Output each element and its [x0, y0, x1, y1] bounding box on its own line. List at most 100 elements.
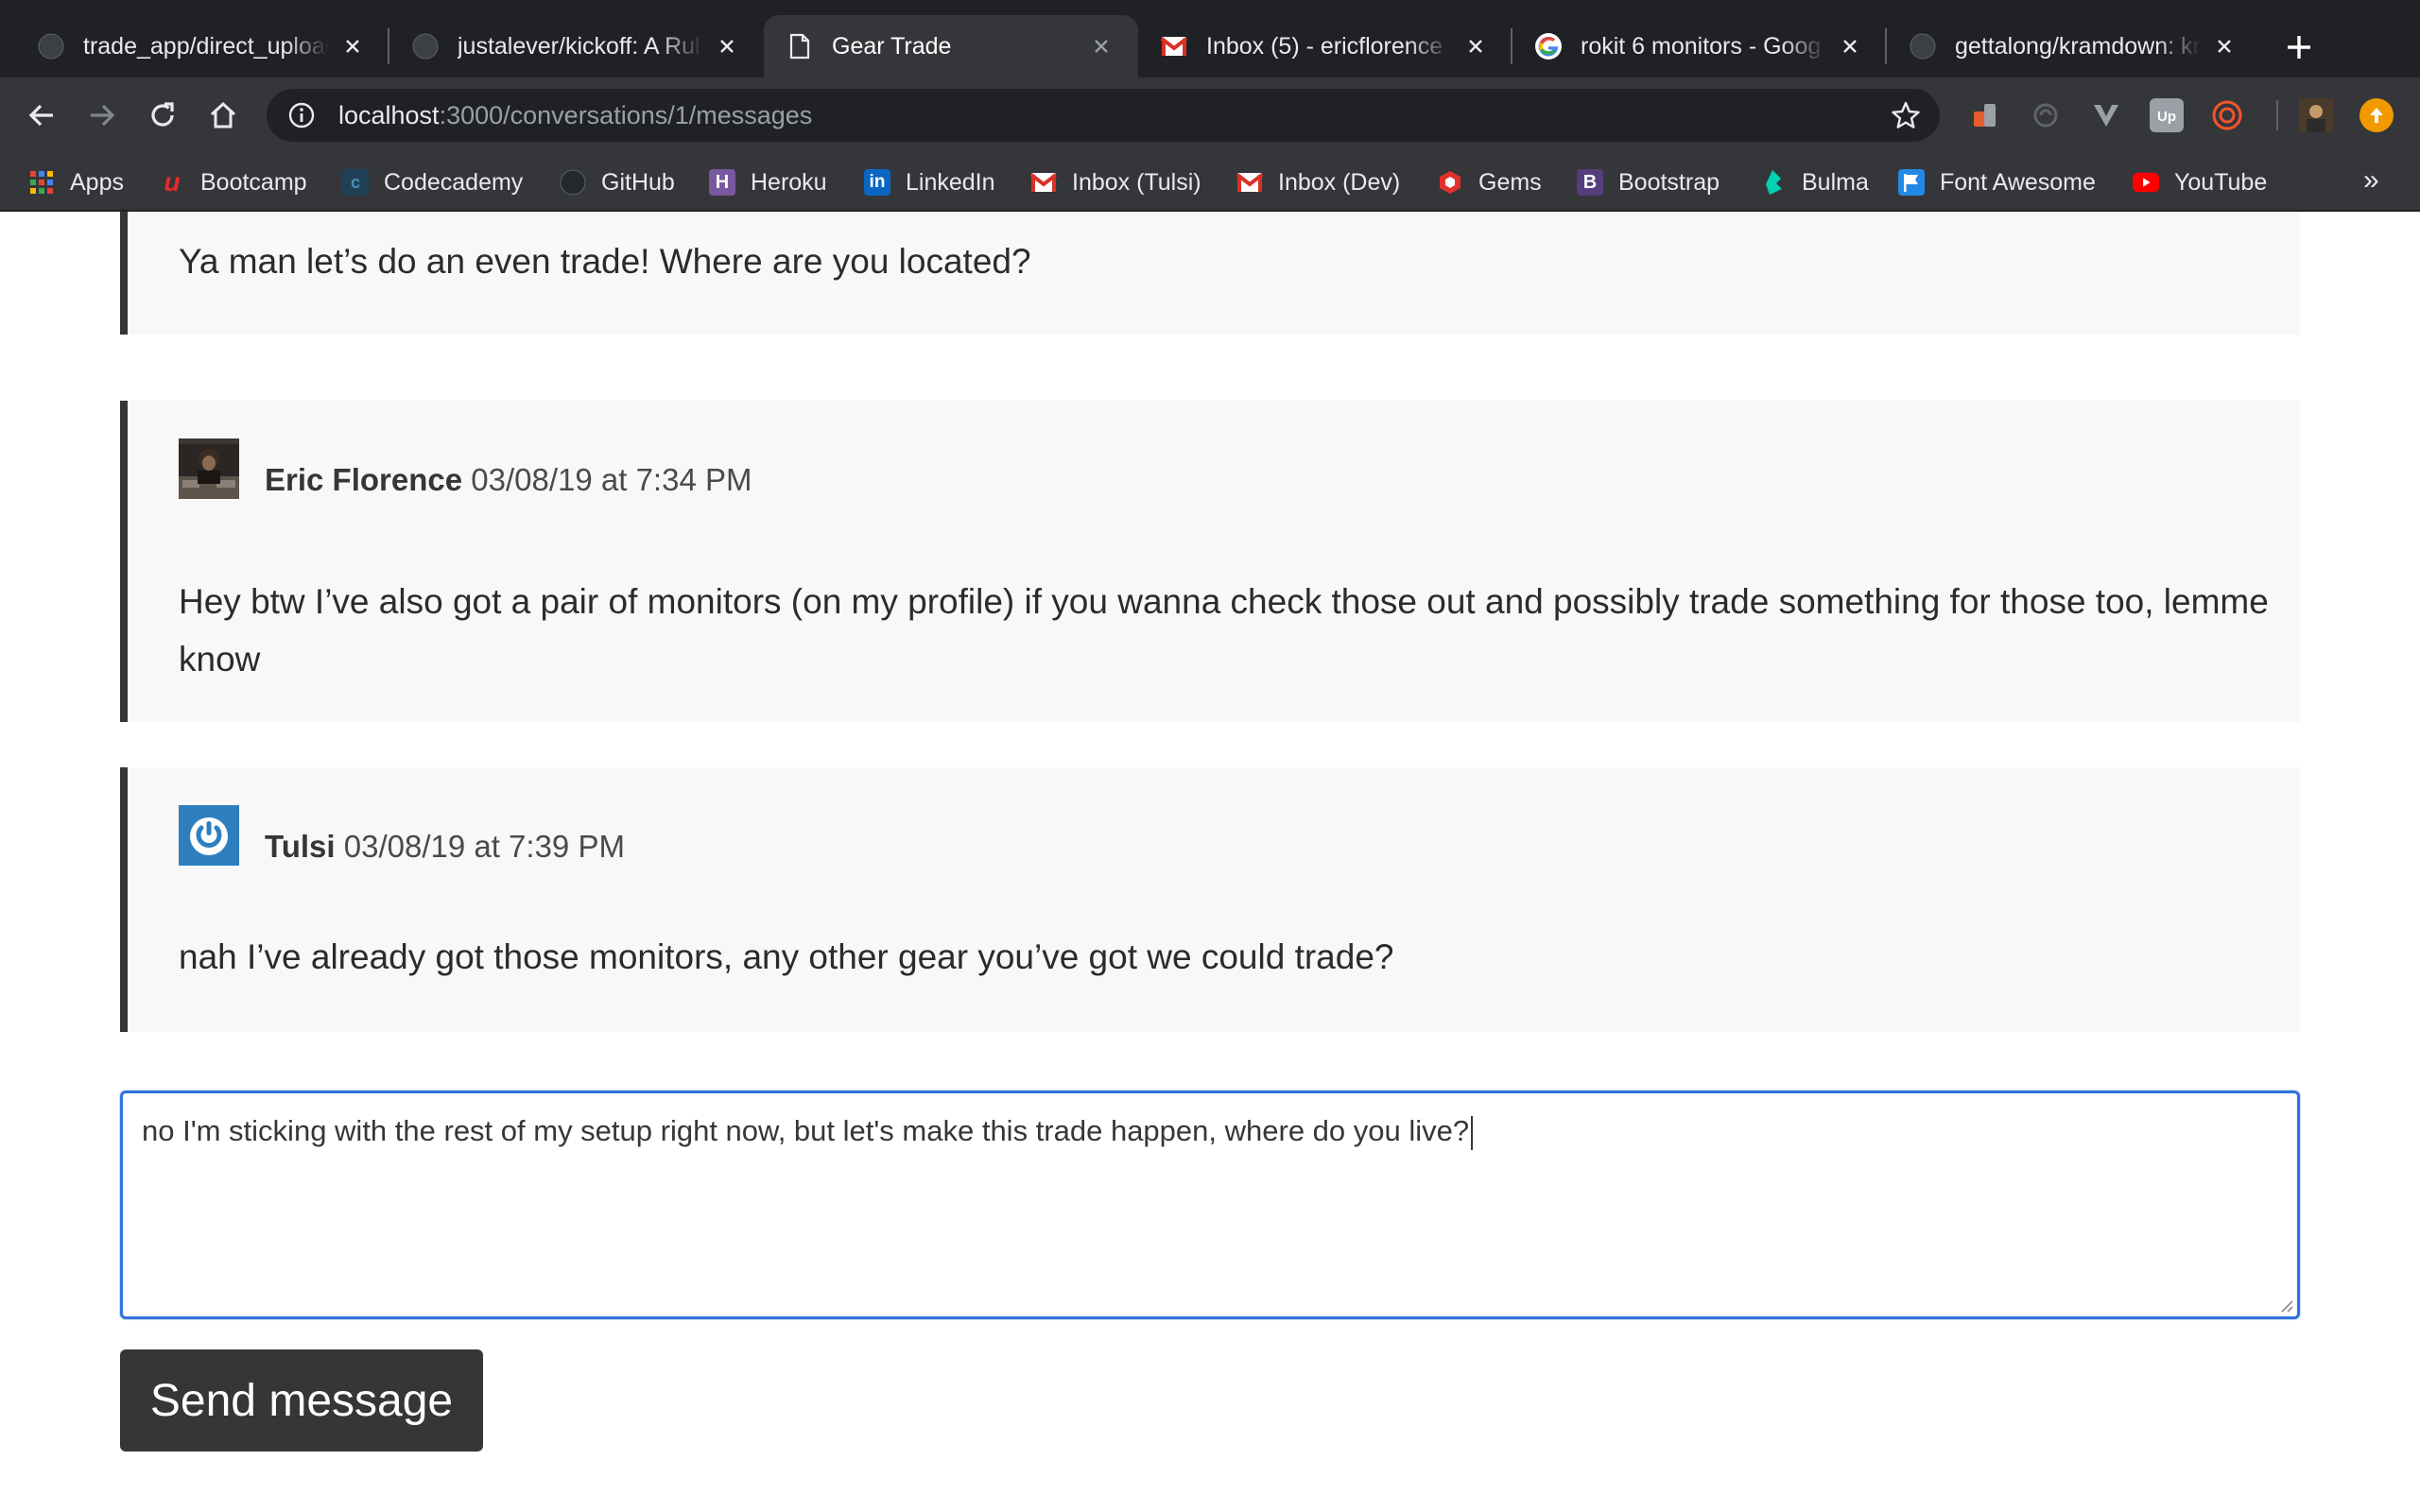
info-icon[interactable]	[287, 101, 316, 129]
bookmark-youtube[interactable]: YouTube	[2133, 164, 2267, 200]
back-arrow-icon[interactable]	[21, 94, 62, 136]
message-body: nah I’ve already got those monitors, any…	[179, 937, 1394, 976]
close-tab-icon[interactable]	[2210, 32, 2238, 60]
bookmark-label: Inbox (Dev)	[1278, 168, 1401, 196]
flag-icon	[1898, 169, 1925, 196]
tab-title: gettalong/kramdown: kr	[1955, 32, 2201, 60]
bookmark-inbox-tulsi[interactable]: Inbox (Tulsi)	[1030, 164, 1201, 200]
browser-tab[interactable]: trade_app/direct_uploac	[15, 15, 389, 77]
close-tab-icon[interactable]	[713, 32, 741, 60]
bookmark-font-awesome[interactable]: Font Awesome	[1898, 164, 2096, 200]
resize-handle-icon[interactable]	[2276, 1296, 2293, 1313]
bookmark-gems[interactable]: Gems	[1437, 164, 1542, 200]
page-content: Ya man let’s do an even trade! Where are…	[0, 212, 2420, 1512]
tab-title: Gear Trade	[832, 32, 952, 60]
address-bar[interactable]: localhost:3000/conversations/1/messages	[267, 89, 1940, 142]
gmail-icon	[1161, 33, 1187, 60]
github-icon	[560, 169, 586, 196]
extension-sync-icon[interactable]	[2029, 98, 2063, 132]
bootstrap-icon: B	[1577, 169, 1603, 196]
bookmark-label: YouTube	[2174, 168, 2268, 196]
profile-avatar[interactable]	[2299, 98, 2333, 132]
bookmark-label: Apps	[70, 168, 124, 196]
github-icon	[412, 33, 439, 60]
apps-grid-icon	[28, 169, 55, 196]
browser-tab[interactable]: justalever/kickoff: A Rul	[389, 15, 764, 77]
close-tab-icon[interactable]	[1087, 32, 1115, 60]
browser-tab[interactable]: Inbox (5) - ericflorence	[1138, 15, 1512, 77]
bookmark-github[interactable]: GitHub	[560, 164, 675, 200]
bookmarks-overflow-chevron-icon[interactable]: »	[2363, 164, 2379, 197]
ruby-gem-icon	[1437, 169, 1463, 196]
github-icon	[38, 33, 64, 60]
message-author: Tulsi	[265, 829, 336, 864]
bookmark-label: Bulma	[1802, 168, 1869, 196]
bulma-icon	[1760, 169, 1787, 196]
close-tab-icon[interactable]	[1461, 32, 1490, 60]
github-icon	[1910, 33, 1936, 60]
tab-title: rokit 6 monitors - Goog	[1581, 32, 1822, 60]
gmail-icon	[1236, 169, 1263, 196]
bookmark-heroku[interactable]: H Heroku	[709, 164, 827, 200]
close-tab-icon[interactable]	[338, 32, 367, 60]
reply-textarea[interactable]: no I'm sticking with the rest of my setu…	[120, 1091, 2300, 1319]
bookmark-star-icon[interactable]	[1891, 100, 1921, 130]
update-available-icon[interactable]	[2360, 98, 2394, 132]
tab-title: Inbox (5) - ericflorence	[1206, 32, 1443, 60]
bookmark-label: Gems	[1478, 168, 1542, 196]
message-meta: Tulsi 03/08/19 at 7:39 PM	[265, 829, 625, 865]
bookmark-label: LinkedIn	[906, 168, 995, 196]
message-timestamp: 03/08/19 at 7:39 PM	[343, 829, 625, 864]
page-icon	[786, 33, 813, 60]
google-icon	[1535, 33, 1562, 60]
svg-text:Up: Up	[2157, 109, 2176, 125]
extension-orange-icon[interactable]	[2210, 98, 2244, 132]
bookmark-label: Codecademy	[384, 168, 524, 196]
message-meta: Eric Florence 03/08/19 at 7:34 PM	[265, 462, 752, 498]
bookmark-bulma[interactable]: Bulma	[1760, 164, 1869, 200]
bookmark-bootcamp[interactable]: u Bootcamp	[159, 164, 307, 200]
bookmark-label: Bootstrap	[1618, 168, 1720, 196]
extension-red-icon[interactable]	[1968, 98, 2002, 132]
youtube-icon	[2133, 169, 2159, 196]
message-card: Ya man let’s do an even trade! Where are…	[120, 212, 2300, 335]
bookmark-codecademy[interactable]: c Codecademy	[342, 164, 523, 200]
send-message-button[interactable]: Send message	[120, 1349, 483, 1452]
message-card: Eric Florence 03/08/19 at 7:34 PM Hey bt…	[120, 401, 2300, 722]
tab-title: trade_app/direct_uploac	[83, 32, 329, 60]
bookmark-label: Inbox (Tulsi)	[1072, 168, 1201, 196]
message-card: Tulsi 03/08/19 at 7:39 PM nah I’ve alrea…	[120, 767, 2300, 1032]
bookmark-label: GitHub	[601, 168, 675, 196]
new-tab-plus-icon[interactable]	[2276, 25, 2322, 70]
gmail-icon	[1030, 169, 1057, 196]
bookmark-apps[interactable]: Apps	[28, 164, 124, 200]
bookmarks-bar: Apps u Bootcamp c Codecademy GitHub H He…	[0, 153, 2420, 212]
bookmark-label: Bootcamp	[200, 168, 307, 196]
message-body: Ya man let’s do an even trade! Where are…	[179, 242, 1031, 281]
url-text: localhost:3000/conversations/1/messages	[338, 100, 813, 129]
reload-icon[interactable]	[142, 94, 183, 136]
bookmark-inbox-dev[interactable]: Inbox (Dev)	[1236, 164, 1400, 200]
extension-up-icon[interactable]: Up	[2150, 98, 2184, 132]
bookmark-linkedin[interactable]: in LinkedIn	[864, 164, 995, 200]
tab-title: justalever/kickoff: A Rul	[458, 32, 700, 60]
extension-v-icon[interactable]	[2089, 98, 2123, 132]
heroku-icon: H	[709, 169, 735, 196]
text-caret	[1471, 1115, 1474, 1150]
bookmark-label: Heroku	[751, 168, 827, 196]
close-tab-icon[interactable]	[1836, 32, 1864, 60]
bookmark-bootstrap[interactable]: B Bootstrap	[1577, 164, 1720, 200]
linkedin-icon: in	[864, 169, 890, 196]
u-logo-icon: u	[164, 167, 181, 197]
message-author: Eric Florence	[265, 462, 463, 497]
browser-tab-active[interactable]: Gear Trade	[764, 15, 1138, 77]
home-icon[interactable]	[202, 94, 244, 136]
browser-tab[interactable]: rokit 6 monitors - Goog	[1512, 15, 1887, 77]
browser-tab-strip: trade_app/direct_uploac justalever/kicko…	[0, 0, 2420, 77]
browser-toolbar: localhost:3000/conversations/1/messages …	[0, 77, 2420, 153]
forward-arrow-icon[interactable]	[81, 94, 123, 136]
user-photo-avatar	[179, 438, 239, 499]
bookmark-label: Font Awesome	[1940, 168, 2096, 196]
message-body: Hey btw I’ve also got a pair of monitors…	[179, 582, 2269, 679]
browser-tab[interactable]: gettalong/kramdown: kr	[1887, 15, 2261, 77]
